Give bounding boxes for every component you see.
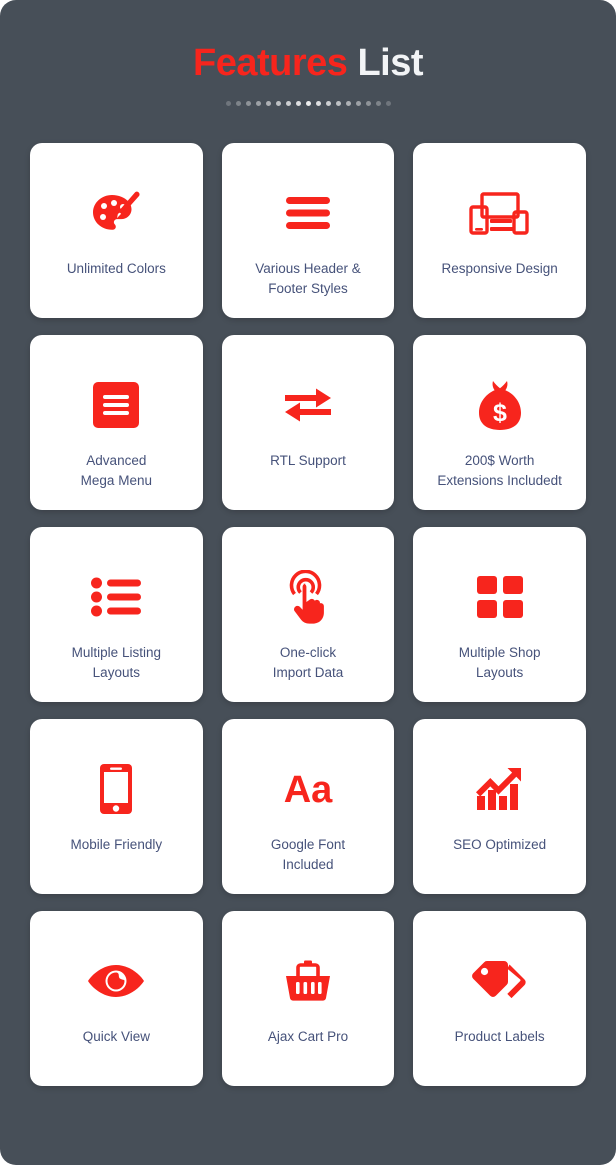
feature-card-label: SEO Optimized: [453, 837, 547, 852]
feature-card-label: Multiple Shop Layouts: [458, 645, 541, 680]
decorative-dot: [385, 100, 391, 106]
feature-card[interactable]: Quick View: [30, 911, 203, 1086]
decorative-dot: [285, 100, 291, 106]
money-bag-icon: $: [474, 359, 526, 451]
feature-card[interactable]: Various Header & Footer Styles: [221, 143, 395, 318]
feature-card[interactable]: One-click Import Data: [221, 527, 395, 702]
feature-card[interactable]: Unlimited Colors: [30, 143, 203, 318]
feature-card-label: Google Font Included: [270, 837, 346, 872]
decorative-dot: [265, 100, 271, 106]
feature-card-label: Various Header & Footer Styles: [255, 261, 361, 296]
feature-card-label: Quick View: [82, 1029, 150, 1044]
feature-card-label: Ajax Cart Pro: [267, 1029, 349, 1044]
feature-card[interactable]: Product Labels: [413, 911, 586, 1086]
feature-card[interactable]: Mobile Friendly: [30, 719, 203, 894]
decorative-dot: [235, 100, 241, 106]
feature-card[interactable]: $ 200$ Worth Extensions Includedt: [413, 335, 586, 510]
eye-icon: [88, 935, 145, 1027]
feature-card[interactable]: Multiple Listing Layouts: [30, 527, 203, 702]
decorative-dots: [0, 98, 616, 108]
mobile-phone-icon: [99, 743, 133, 835]
feature-card-label: Multiple Listing Layouts: [71, 645, 161, 680]
svg-text:$: $: [493, 399, 507, 427]
feature-card-label: One-click Import Data: [272, 645, 344, 680]
page-title-accent: Features: [192, 42, 348, 84]
svg-text:Aa: Aa: [284, 769, 333, 811]
features-grid: Unlimited Colors Various Header & Footer…: [30, 143, 586, 1086]
decorative-dot: [245, 100, 251, 106]
feature-card[interactable]: Aa Google Font Included: [221, 719, 395, 894]
decorative-dot: [305, 100, 311, 106]
decorative-dot: [335, 100, 341, 106]
feature-card-label: Responsive Design: [441, 261, 558, 276]
feature-card-label: RTL Support: [270, 453, 346, 468]
decorative-dot: [315, 100, 321, 106]
feature-card-label: Product Labels: [454, 1029, 545, 1044]
feature-card-label: 200$ Worth Extensions Includedt: [437, 453, 562, 488]
decorative-dot: [375, 100, 381, 106]
grid-squares-icon: [476, 551, 523, 643]
decorative-dot: [255, 100, 261, 106]
feature-card[interactable]: SEO Optimized: [413, 719, 586, 894]
decorative-dot: [345, 100, 351, 106]
bullet-list-icon: [91, 551, 142, 643]
aa-typography-icon: Aa: [280, 743, 336, 835]
decorative-dot: [365, 100, 371, 106]
decorative-dot: [295, 100, 301, 106]
exchange-arrows-icon: [282, 359, 334, 451]
mega-menu-icon: [92, 359, 140, 451]
shopping-basket-icon: [284, 935, 332, 1027]
feature-card-label: Advanced Mega Menu: [80, 453, 152, 488]
feature-card-label: Mobile Friendly: [70, 837, 163, 852]
page-title-plain: List: [357, 42, 424, 84]
palette-icon: [88, 167, 144, 259]
decorative-dot: [325, 100, 331, 106]
hamburger-lines-icon: [282, 167, 334, 259]
decorative-dot: [355, 100, 361, 106]
page-title: Features List: [0, 44, 616, 82]
page-header: Features List: [0, 0, 616, 108]
click-hand-icon: [282, 551, 334, 643]
feature-card[interactable]: Multiple Shop Layouts: [413, 527, 586, 702]
responsive-devices-icon: [468, 167, 531, 259]
features-list-page: Features List Unlimited Colors Various H…: [0, 0, 616, 1165]
feature-card[interactable]: Advanced Mega Menu: [30, 335, 203, 510]
decorative-dot: [275, 100, 281, 106]
feature-card[interactable]: Ajax Cart Pro: [221, 911, 395, 1086]
decorative-dot: [225, 100, 231, 106]
price-tags-icon: [471, 935, 529, 1027]
growth-chart-icon: [475, 743, 525, 835]
feature-card-label: Unlimited Colors: [66, 261, 166, 276]
feature-card[interactable]: RTL Support: [221, 335, 395, 510]
feature-card[interactable]: Responsive Design: [413, 143, 586, 318]
